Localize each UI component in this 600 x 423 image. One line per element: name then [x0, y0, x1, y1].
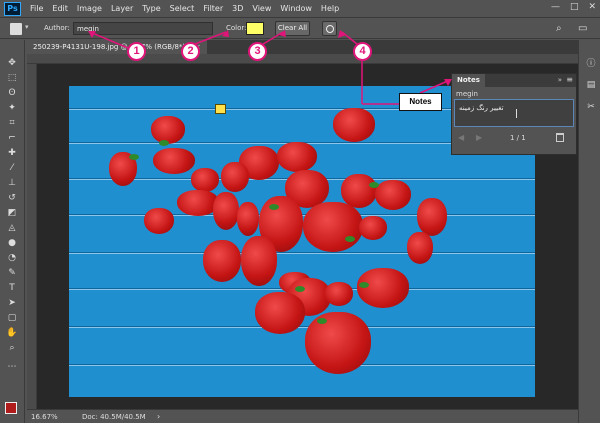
note-text-area[interactable]: تغییر رنگ زمینه: [454, 99, 574, 127]
menu-layer[interactable]: Layer: [111, 4, 133, 13]
healing-brush-tool-icon[interactable]: ✚: [6, 148, 18, 159]
zoom-tool-icon[interactable]: ⌕: [6, 343, 18, 354]
document-tab[interactable]: 250239-P4131U-198.jpg @ 16.7% (RGB/8*) *…: [27, 40, 207, 54]
note-marker-icon[interactable]: [215, 104, 226, 114]
previous-note-icon[interactable]: ◀: [458, 133, 464, 142]
crop-tool-icon[interactable]: ⌗: [6, 118, 18, 129]
menu-type[interactable]: Type: [142, 4, 160, 13]
delete-note-icon[interactable]: [556, 133, 564, 142]
tools-icon[interactable]: ✂: [585, 102, 597, 114]
shape-tool-icon[interactable]: ▢: [6, 313, 18, 324]
foreground-color-swatch[interactable]: [5, 402, 17, 414]
hand-tool-icon[interactable]: ✋: [6, 328, 18, 339]
author-label: Author:: [44, 24, 70, 32]
status-menu-icon[interactable]: ›: [157, 412, 160, 421]
dodge-tool-icon[interactable]: ◔: [6, 253, 18, 264]
callout-3: 3: [248, 42, 267, 61]
text-cursor: [516, 109, 517, 118]
horizontal-ruler: [27, 54, 587, 64]
menu-help[interactable]: Help: [321, 4, 339, 13]
lasso-tool-icon[interactable]: ʘ: [6, 88, 18, 99]
callout-2: 2: [181, 42, 200, 61]
maximize-button[interactable]: □: [570, 2, 579, 12]
zoom-level[interactable]: 16.67%: [31, 413, 58, 421]
callout-1: 1: [127, 42, 146, 61]
notes-panel-icon: [325, 24, 334, 33]
clone-stamp-tool-icon[interactable]: ⊥: [6, 178, 18, 189]
edit-toolbar-icon[interactable]: ⋯: [6, 362, 18, 373]
menu-file[interactable]: File: [30, 4, 43, 13]
document-tab-title: 250239-P4131U-198.jpg @ 16.7% (RGB/8*) *: [33, 43, 191, 51]
close-button[interactable]: ✕: [588, 2, 596, 12]
info-icon[interactable]: ⓘ: [585, 56, 597, 69]
note-color-swatch[interactable]: [246, 22, 264, 35]
note-navigation: ◀ ▶ 1 / 1: [452, 131, 576, 147]
notes-callout-label: Notes: [399, 93, 442, 111]
options-bar: ▾ Author: megin Color: Clear All ⌕ ▭: [0, 17, 600, 39]
search-icon[interactable]: ⌕: [556, 23, 562, 34]
next-note-icon[interactable]: ▶: [476, 133, 482, 142]
note-text: تغییر رنگ زمینه: [459, 104, 504, 112]
window-controls: — □ ✕: [551, 2, 596, 12]
paint-bucket-tool-icon[interactable]: ◬: [6, 223, 18, 234]
panel-menu-icon[interactable]: ≡: [566, 75, 573, 84]
color-label: Color:: [226, 24, 247, 32]
note-tool-icon[interactable]: [10, 23, 22, 35]
panel-dock: ⓘ ▤ ✂: [578, 40, 600, 423]
notes-panel-tab[interactable]: Notes: [452, 74, 485, 87]
photoshop-logo: Ps: [4, 1, 21, 16]
tool-preset-caret[interactable]: ▾: [25, 23, 29, 31]
eyedropper-tool-icon[interactable]: ⌐: [6, 133, 18, 144]
menu-window[interactable]: Window: [280, 4, 312, 13]
menu-3d[interactable]: 3D: [232, 4, 243, 13]
note-count: 1 / 1: [510, 134, 526, 142]
history-brush-tool-icon[interactable]: ↺: [6, 193, 18, 204]
workspace-icon[interactable]: ▭: [578, 23, 587, 34]
minimize-button[interactable]: —: [551, 2, 560, 12]
history-icon[interactable]: ▤: [585, 80, 597, 92]
notes-panel: Notes » ≡ megin تغییر رنگ زمینه ◀ ▶ 1 / …: [451, 73, 577, 155]
notes-panel-header: Notes » ≡: [452, 74, 576, 87]
document-tab-bar: 250239-P4131U-198.jpg @ 16.7% (RGB/8*) *…: [27, 40, 587, 54]
path-selection-tool-icon[interactable]: ➤: [6, 298, 18, 309]
menu-view[interactable]: View: [252, 4, 271, 13]
menu-edit[interactable]: Edit: [52, 4, 68, 13]
document-info: Doc: 40.5M/40.5M: [82, 413, 146, 421]
type-tool-icon[interactable]: T: [6, 283, 18, 294]
menu-filter[interactable]: Filter: [203, 4, 223, 13]
callout-4: 4: [353, 42, 372, 61]
menu-select[interactable]: Select: [170, 4, 195, 13]
author-input[interactable]: megin: [73, 22, 213, 35]
move-tool-icon[interactable]: ✥: [6, 58, 18, 69]
note-author: megin: [456, 90, 478, 98]
vertical-ruler: [27, 64, 37, 409]
brush-tool-icon[interactable]: ⁄: [6, 163, 18, 174]
marquee-tool-icon[interactable]: ⬚: [6, 73, 18, 84]
pen-tool-icon[interactable]: ✎: [6, 268, 18, 279]
tools-panel: ✥ ⬚ ʘ ✦ ⌗ ⌐ ✚ ⁄ ⊥ ↺ ◩ ◬ ● ◔ ✎ T ➤ ▢ ✋ ⌕ …: [0, 40, 25, 423]
clear-all-button[interactable]: Clear All: [275, 21, 310, 36]
magic-wand-tool-icon[interactable]: ✦: [6, 103, 18, 114]
menu-bar: Ps File Edit Image Layer Type Select Fil…: [0, 0, 600, 17]
menu-image[interactable]: Image: [77, 4, 102, 13]
collapse-panel-icon[interactable]: »: [558, 76, 562, 84]
eraser-tool-icon[interactable]: ◩: [6, 208, 18, 219]
status-bar: 16.67% Doc: 40.5M/40.5M ›: [27, 409, 578, 423]
toggle-notes-panel-button[interactable]: [322, 21, 337, 36]
blur-tool-icon[interactable]: ●: [6, 238, 18, 249]
